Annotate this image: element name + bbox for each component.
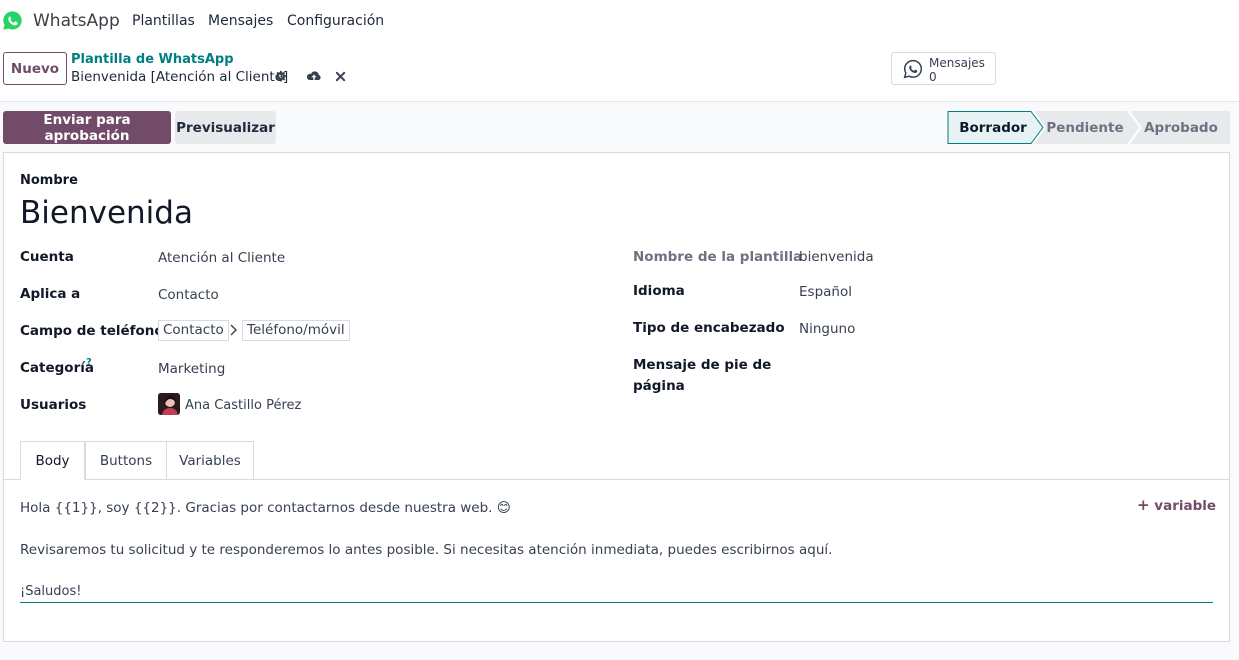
phone-path-contact-tag[interactable]: Contacto (158, 320, 229, 341)
gear-icon[interactable] (272, 68, 288, 84)
menu-mensajes[interactable]: Mensajes (208, 13, 273, 29)
cloud-upload-icon[interactable] (305, 68, 323, 84)
breadcrumb-current: Bienvenida [Atención al Cliente] (71, 69, 289, 85)
tab-variables[interactable]: Variables (166, 441, 254, 480)
header-type-field[interactable]: Ninguno (799, 321, 855, 337)
tab-buttons[interactable]: Buttons (85, 441, 167, 480)
template-name-label: Nombre de la plantilla (633, 249, 803, 265)
footer-label-line1: Mensaje de pie de (633, 357, 772, 373)
close-icon[interactable] (332, 68, 348, 84)
language-field[interactable]: Español (799, 284, 852, 300)
language-label: Idioma (633, 283, 685, 299)
send-for-approval-button[interactable]: Enviar para aprobación (3, 111, 171, 144)
tab-body[interactable]: Body (20, 441, 85, 480)
whatsapp-icon (903, 59, 923, 79)
status-bar: Borrador Pendiente Aprobado (947, 111, 1230, 144)
category-field[interactable]: Marketing (158, 361, 225, 377)
name-field[interactable]: Bienvenida (20, 195, 193, 231)
body-field-underline (20, 602, 1213, 603)
chevron-right-icon (228, 323, 238, 337)
footer-field[interactable] (799, 357, 1199, 377)
footer-label-line2: página (633, 378, 685, 394)
name-label: Nombre (20, 173, 78, 188)
user-tag[interactable]: Ana Castillo Pérez (185, 398, 301, 413)
category-label: Categoría (20, 360, 94, 376)
app-name[interactable]: WhatsApp (33, 11, 120, 31)
phone-field-label: Campo de teléfono (20, 323, 164, 339)
stage-borrador[interactable]: Borrador (947, 111, 1039, 144)
applies-to-label: Aplica a (20, 286, 81, 302)
add-variable-label: variable (1154, 498, 1217, 514)
phone-path-mobile-tag[interactable]: Teléfono/móvil (242, 320, 350, 341)
plus-icon: + (1137, 496, 1150, 514)
body-line-1[interactable]: Hola {{1}}, soy {{2}}. Gracias por conta… (20, 500, 511, 516)
stage-aprobado[interactable]: Aprobado (1141, 111, 1221, 144)
menu-plantillas[interactable]: Plantillas (132, 13, 195, 29)
add-variable-button[interactable]: + variable (1137, 496, 1216, 514)
account-label: Cuenta (20, 249, 74, 265)
category-help-icon[interactable]: ? (86, 357, 92, 368)
preview-button[interactable]: Previsualizar (175, 111, 276, 144)
users-label: Usuarios (20, 397, 87, 413)
top-navbar: WhatsApp Plantillas Mensajes Configuraci… (0, 0, 1239, 43)
new-button[interactable]: Nuevo (3, 52, 67, 85)
messages-label: Mensajes (929, 56, 985, 70)
body-line-2[interactable]: Revisaremos tu solicitud y te respondere… (20, 542, 832, 558)
applies-to-field[interactable]: Contacto (158, 287, 219, 303)
control-panel: Nuevo Plantilla de WhatsApp Bienvenida [… (0, 43, 1239, 102)
messages-count: 0 (929, 70, 937, 84)
breadcrumb-parent[interactable]: Plantilla de WhatsApp (71, 52, 234, 67)
stage-pendiente[interactable]: Pendiente (1045, 111, 1125, 144)
body-line-3[interactable]: ¡Saludos! (20, 584, 81, 599)
account-field[interactable]: Atención al Cliente (158, 250, 285, 266)
whatsapp-logo-icon[interactable] (2, 10, 23, 31)
header-type-label: Tipo de encabezado (633, 320, 785, 336)
form-sheet: Nombre Bienvenida Cuenta Atención al Cli… (3, 152, 1230, 642)
menu-configuracion[interactable]: Configuración (287, 13, 384, 29)
messages-smart-button[interactable]: Mensajes 0 (891, 52, 996, 85)
user-avatar (158, 393, 180, 415)
template-name-field: bienvenida (799, 249, 874, 265)
